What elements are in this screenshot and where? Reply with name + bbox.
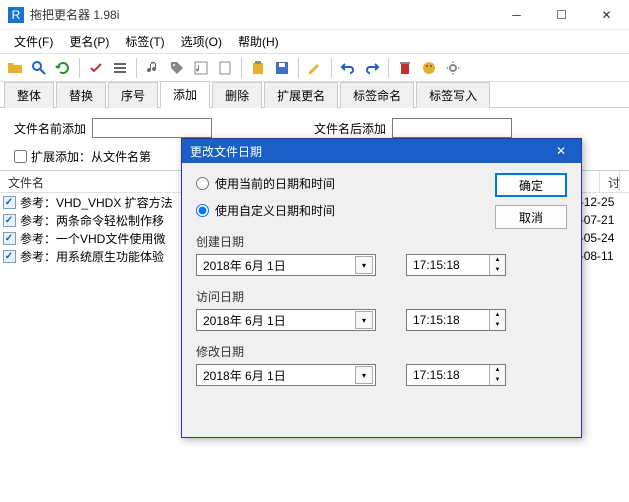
app-icon: R (8, 7, 24, 23)
palette-icon[interactable] (418, 57, 440, 79)
modify-date-picker[interactable]: 2018年 6月 1日 ▾ (196, 364, 376, 386)
folder-open-icon[interactable] (4, 57, 26, 79)
radio-use-now-input[interactable] (196, 177, 209, 190)
ok-button[interactable]: 确定 (495, 173, 567, 197)
list-icon[interactable] (109, 57, 131, 79)
calendar-dropdown-icon[interactable]: ▾ (355, 256, 373, 274)
menubar: 文件(F) 更名(P) 标签(T) 选项(O) 帮助(H) (0, 30, 629, 54)
create-date-picker[interactable]: 2018年 6月 1日 ▾ (196, 254, 376, 276)
dialog-close-icon[interactable]: ✕ (549, 144, 573, 158)
spin-up-icon[interactable]: ▲ (489, 365, 505, 375)
calendar-dropdown-icon[interactable]: ▾ (355, 311, 373, 329)
row-checkbox-icon[interactable]: ✓ (3, 214, 16, 227)
tab-tag-name[interactable]: 标签命名 (340, 82, 414, 108)
tab-tag-write[interactable]: 标签写入 (416, 82, 490, 108)
spin-up-icon[interactable]: ▲ (489, 310, 505, 320)
tab-number[interactable]: 序号 (108, 82, 158, 108)
music-list-icon[interactable] (190, 57, 212, 79)
access-time-picker[interactable]: 17:15:18 ▲▼ (406, 309, 506, 331)
prefix-input[interactable] (92, 118, 212, 138)
tab-add[interactable]: 添加 (160, 81, 210, 108)
menu-tag[interactable]: 标签(T) (117, 30, 172, 53)
gear-icon[interactable] (442, 57, 464, 79)
row-checkbox-icon[interactable]: ✓ (3, 196, 16, 209)
toolbar (0, 54, 629, 82)
window-title: 拖把更名器 1.98i (30, 6, 494, 23)
dialog-titlebar[interactable]: 更改文件日期 ✕ (182, 139, 581, 163)
menu-file[interactable]: 文件(F) (6, 30, 61, 53)
modify-date-value: 2018年 6月 1日 (197, 367, 355, 384)
group-modify: 修改日期 2018年 6月 1日 ▾ 17:15:18 ▲▼ (196, 343, 567, 386)
radio-use-custom-input[interactable] (196, 204, 209, 217)
cancel-button[interactable]: 取消 (495, 205, 567, 229)
calendar-dropdown-icon[interactable]: ▾ (355, 366, 373, 384)
create-date-value: 2018年 6月 1日 (197, 257, 355, 274)
music-note-icon[interactable] (142, 57, 164, 79)
create-time-value: 17:15:18 (407, 258, 489, 272)
group-access-label: 访问日期 (196, 288, 567, 305)
row-checkbox-icon[interactable]: ✓ (3, 232, 16, 245)
group-access: 访问日期 2018年 6月 1日 ▾ 17:15:18 ▲▼ (196, 288, 567, 331)
group-modify-label: 修改日期 (196, 343, 567, 360)
tag-icon[interactable] (166, 57, 188, 79)
refresh-icon[interactable] (52, 57, 74, 79)
access-date-value: 2018年 6月 1日 (197, 312, 355, 329)
access-time-value: 17:15:18 (407, 313, 489, 327)
suffix-input[interactable] (392, 118, 512, 138)
spin-up-icon[interactable]: ▲ (489, 255, 505, 265)
minimize-button[interactable]: ─ (494, 0, 539, 30)
tab-whole[interactable]: 整体 (4, 82, 54, 108)
group-create: 创建日期 2018年 6月 1日 ▾ 17:15:18 ▲▼ (196, 233, 567, 276)
edit-icon[interactable] (304, 57, 326, 79)
tab-replace[interactable]: 替换 (56, 82, 106, 108)
titlebar: R 拖把更名器 1.98i ─ ☐ ✕ (0, 0, 629, 30)
tabbar: 整体 替换 序号 添加 删除 扩展更名 标签命名 标签写入 (0, 82, 629, 108)
spin-down-icon[interactable]: ▼ (489, 320, 505, 330)
redo-icon[interactable] (361, 57, 383, 79)
dialog-title: 更改文件日期 (190, 143, 549, 160)
tab-delete[interactable]: 删除 (212, 82, 262, 108)
radio-use-custom-label: 使用自定义日期和时间 (215, 202, 335, 219)
spin-down-icon[interactable]: ▼ (489, 375, 505, 385)
delete-icon[interactable] (394, 57, 416, 79)
undo-icon[interactable] (337, 57, 359, 79)
create-time-picker[interactable]: 17:15:18 ▲▼ (406, 254, 506, 276)
document-icon[interactable] (214, 57, 236, 79)
menu-options[interactable]: 选项(O) (173, 30, 230, 53)
prefix-label: 文件名前添加 (14, 120, 86, 137)
modify-time-picker[interactable]: 17:15:18 ▲▼ (406, 364, 506, 386)
access-date-picker[interactable]: 2018年 6月 1日 ▾ (196, 309, 376, 331)
row-checkbox-icon[interactable]: ✓ (3, 250, 16, 263)
menu-help[interactable]: 帮助(H) (230, 30, 287, 53)
close-button[interactable]: ✕ (584, 0, 629, 30)
ext-add-label: 扩展添加：从文件名第 (31, 148, 151, 165)
tab-ext-rename[interactable]: 扩展更名 (264, 82, 338, 108)
col-extra[interactable]: 讨 (600, 171, 620, 192)
paste-icon[interactable] (247, 57, 269, 79)
suffix-label: 文件名后添加 (314, 120, 386, 137)
search-icon[interactable] (28, 57, 50, 79)
change-date-dialog: 更改文件日期 ✕ 确定 取消 使用当前的日期和时间 使用自定义日期和时间 创建日… (181, 138, 582, 438)
radio-use-now-label: 使用当前的日期和时间 (215, 175, 335, 192)
save-icon[interactable] (271, 57, 293, 79)
menu-rename[interactable]: 更名(P) (61, 30, 117, 53)
group-create-label: 创建日期 (196, 233, 567, 250)
maximize-button[interactable]: ☐ (539, 0, 584, 30)
modify-time-value: 17:15:18 (407, 368, 489, 382)
ext-add-checkbox[interactable] (14, 150, 27, 163)
spin-down-icon[interactable]: ▼ (489, 265, 505, 275)
check-icon[interactable] (85, 57, 107, 79)
